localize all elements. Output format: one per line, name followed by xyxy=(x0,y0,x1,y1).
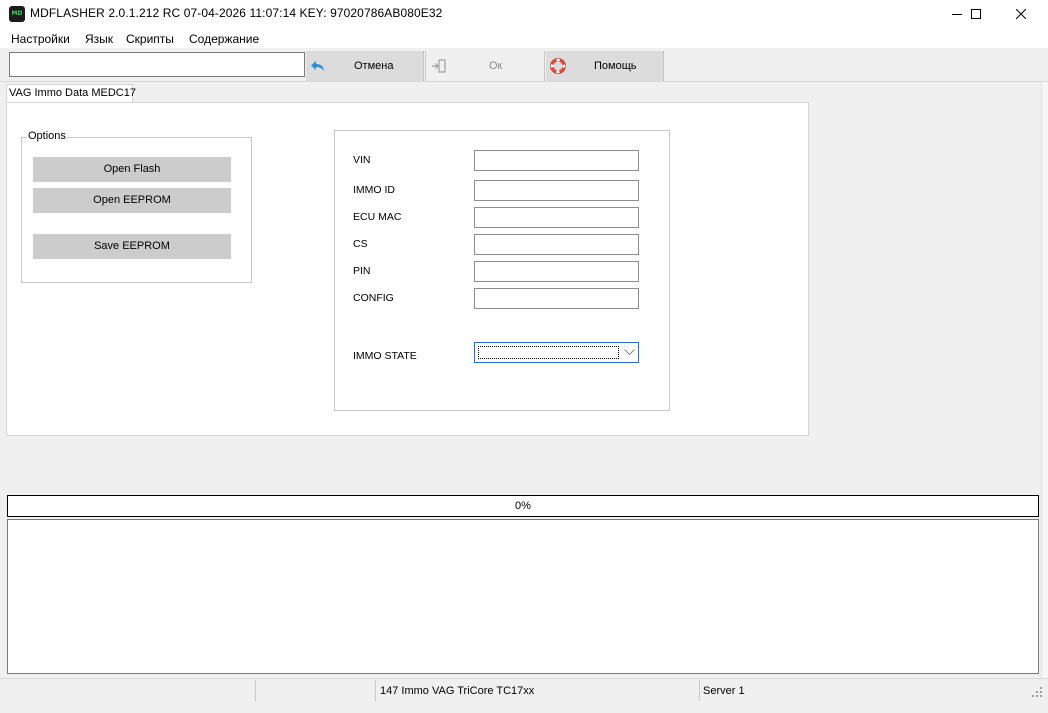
ok-button[interactable]: Ок xyxy=(427,51,545,81)
cancel-label: Отмена xyxy=(354,60,394,72)
ecu-mac-label: ECU MAC xyxy=(353,211,402,223)
config-label: CONFIG xyxy=(353,292,394,304)
status-separator xyxy=(255,680,256,701)
menu-scripts[interactable]: Скрипты xyxy=(126,32,174,46)
log-output[interactable] xyxy=(7,519,1039,674)
progress-bar: 0% xyxy=(7,495,1039,517)
cs-label: CS xyxy=(353,238,368,250)
immo-state-label: IMMO STATE xyxy=(353,350,417,362)
vin-label: VIN xyxy=(353,154,371,166)
ok-label: Ок xyxy=(489,60,503,72)
immo-state-value xyxy=(478,346,619,359)
title-bar: MD MDFLASHER 2.0.1.212 RC 07-04-2026 11:… xyxy=(0,0,1048,28)
window-title: MDFLASHER 2.0.1.212 RC 07-04-2026 11:07:… xyxy=(30,6,443,20)
undo-arrow-icon xyxy=(311,61,324,71)
pin-label: PIN xyxy=(353,265,371,277)
status-separator xyxy=(699,680,700,701)
maximize-button[interactable] xyxy=(953,0,999,28)
status-bar: 147 Immo VAG TriCore TC17xx Server 1 xyxy=(0,678,1048,702)
immo-state-select[interactable] xyxy=(474,342,639,363)
exit-door-icon xyxy=(432,59,446,73)
resize-grip-icon[interactable] xyxy=(1032,687,1042,697)
cancel-button[interactable]: Отмена xyxy=(306,51,424,81)
ecu-mac-field[interactable] xyxy=(474,207,639,228)
toolbar: Отмена Ок Помощь xyxy=(0,48,1048,82)
open-eeprom-button[interactable]: Open EEPROM xyxy=(33,188,231,213)
pin-field[interactable] xyxy=(474,261,639,282)
menu-settings[interactable]: Настройки xyxy=(11,32,70,46)
status-server: Server 1 xyxy=(703,685,745,697)
chevron-down-icon xyxy=(624,349,635,356)
config-field[interactable] xyxy=(474,288,639,309)
help-button[interactable]: Помощь xyxy=(546,51,664,81)
menu-language[interactable]: Язык xyxy=(85,32,113,46)
open-flash-button[interactable]: Open Flash xyxy=(33,157,231,182)
immo-id-label: IMMO ID xyxy=(353,184,395,196)
save-eeprom-button[interactable]: Save EEPROM xyxy=(33,234,231,259)
help-label: Помощь xyxy=(594,60,637,72)
status-module: 147 Immo VAG TriCore TC17xx xyxy=(380,685,535,697)
tab-vag-immo-data[interactable]: VAG Immo Data MEDC17 xyxy=(6,84,136,102)
menu-bar: Настройки Язык Скрипты Содержание xyxy=(0,28,1048,48)
menu-contents[interactable]: Содержание xyxy=(189,32,259,46)
close-button[interactable] xyxy=(998,0,1044,28)
lifebuoy-icon xyxy=(550,58,566,74)
maximize-icon xyxy=(971,9,981,19)
cs-field[interactable] xyxy=(474,234,639,255)
options-legend: Options xyxy=(27,130,67,142)
app-logo-icon: MD xyxy=(9,6,25,22)
path-input[interactable] xyxy=(9,52,305,77)
window-edge-strip xyxy=(1041,82,1048,678)
toolbar-separator xyxy=(425,51,426,81)
progress-text: 0% xyxy=(515,500,531,512)
close-icon xyxy=(1016,9,1026,19)
vin-field[interactable] xyxy=(474,150,639,171)
immo-id-field[interactable] xyxy=(474,180,639,201)
status-separator xyxy=(375,680,376,701)
